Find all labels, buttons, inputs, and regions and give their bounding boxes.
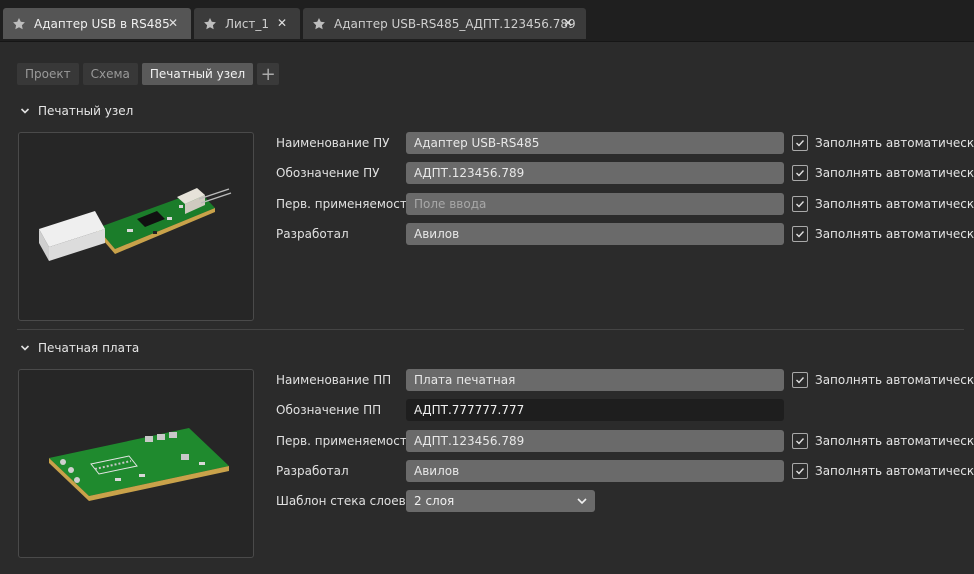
board-3d-preview xyxy=(18,369,254,558)
assembly-name-field[interactable]: Адаптер USB-RS485 xyxy=(406,132,784,154)
assembly-developer-field[interactable]: Авилов xyxy=(406,223,784,245)
auto-fill-label: Заполнять автоматически xyxy=(815,434,974,448)
chevron-down-icon[interactable] xyxy=(20,343,30,353)
chevron-down-icon[interactable] xyxy=(20,106,30,116)
add-tab-button[interactable]: + xyxy=(257,63,280,85)
section-title: Печатный узел xyxy=(38,104,134,118)
board-name-auto-checkbox[interactable] xyxy=(792,372,808,388)
chevron-down-icon xyxy=(577,498,587,505)
assembly-first-use-field[interactable]: Поле ввода xyxy=(406,193,784,215)
plus-icon: + xyxy=(260,63,276,85)
assembly-developer-auto-checkbox[interactable] xyxy=(792,226,808,242)
star-icon[interactable] xyxy=(12,17,26,31)
close-icon[interactable]: ✕ xyxy=(167,17,179,29)
tab-schematic[interactable]: Схема xyxy=(82,63,138,85)
tab-adapter-document[interactable]: Адаптер USB-RS485_АДПТ.123456.789 ✕ xyxy=(303,8,586,39)
tab-project[interactable]: Проект xyxy=(17,63,79,85)
section-divider xyxy=(17,329,964,330)
tab-adapter-usb-rs485[interactable]: Адаптер USB в RS485 ✕ xyxy=(3,8,191,39)
board-developer-label: Разработал xyxy=(276,464,349,478)
section-title: Печатная плата xyxy=(38,341,140,355)
assembly-name-label: Наименование ПУ xyxy=(276,136,390,150)
close-icon[interactable]: ✕ xyxy=(276,17,288,29)
section-header-assembly[interactable]: Печатный узел xyxy=(20,104,133,118)
auto-fill-label: Заполнять автоматически xyxy=(815,197,974,211)
section-header-board[interactable]: Печатная плата xyxy=(20,341,139,355)
tab-label: Адаптер USB-RS485_АДПТ.123456.789 xyxy=(334,16,576,31)
assembly-developer-label: Разработал xyxy=(276,227,349,241)
assembly-designation-field[interactable]: АДПТ.123456.789 xyxy=(406,162,784,184)
board-designation-label: Обозначение ПП xyxy=(276,403,382,417)
auto-fill-label: Заполнять автоматически xyxy=(815,136,974,150)
board-first-use-label: Перв. применяемость xyxy=(276,434,414,448)
document-tab-bar: Адаптер USB в RS485 ✕ Лист_1 ✕ Адаптер U… xyxy=(0,0,974,42)
checkmark-icon xyxy=(796,468,805,475)
star-icon[interactable] xyxy=(203,17,217,31)
pcb-board-image xyxy=(49,428,229,501)
assembly-first-use-auto-checkbox[interactable] xyxy=(792,196,808,212)
assembly-designation-label: Обозначение ПУ xyxy=(276,166,380,180)
layer-stack-select[interactable]: 2 слоя xyxy=(406,490,595,512)
tab-label: Адаптер USB в RS485 xyxy=(34,16,170,31)
assembly-3d-preview xyxy=(18,132,254,321)
auto-fill-label: Заполнять автоматически xyxy=(815,166,974,180)
tab-pcb-assembly[interactable]: Печатный узел xyxy=(141,63,254,85)
assembly-name-auto-checkbox[interactable] xyxy=(792,135,808,151)
checkmark-icon xyxy=(796,438,805,445)
board-first-use-field[interactable]: АДПТ.123456.789 xyxy=(406,430,784,452)
tab-sheet-1[interactable]: Лист_1 ✕ xyxy=(194,8,300,39)
board-designation-field[interactable]: АДПТ.777777.777 xyxy=(406,399,784,421)
close-icon[interactable]: ✕ xyxy=(562,17,574,29)
checkmark-icon xyxy=(796,140,805,147)
board-name-label: Наименование ПП xyxy=(276,373,392,387)
assembly-first-use-label: Перв. применяемость xyxy=(276,197,414,211)
tab-label: Лист_1 xyxy=(225,16,270,31)
board-name-field[interactable]: Плата печатная xyxy=(406,369,784,391)
layer-stack-value: 2 слоя xyxy=(414,494,455,508)
board-developer-field[interactable]: Авилов xyxy=(406,460,784,482)
pcb-assembly-image xyxy=(39,188,232,261)
auto-fill-label: Заполнять автоматически xyxy=(815,227,974,241)
star-icon[interactable] xyxy=(312,17,326,31)
checkmark-icon xyxy=(796,170,805,177)
board-developer-auto-checkbox[interactable] xyxy=(792,463,808,479)
checkmark-icon xyxy=(796,201,805,208)
board-first-use-auto-checkbox[interactable] xyxy=(792,433,808,449)
view-tabs: Проект Схема Печатный узел + xyxy=(17,63,280,85)
auto-fill-label: Заполнять автоматически xyxy=(815,464,974,478)
assembly-designation-auto-checkbox[interactable] xyxy=(792,165,808,181)
auto-fill-label: Заполнять автоматически xyxy=(815,373,974,387)
layer-stack-label: Шаблон стека слоев xyxy=(276,494,406,508)
checkmark-icon xyxy=(796,231,805,238)
checkmark-icon xyxy=(796,377,805,384)
